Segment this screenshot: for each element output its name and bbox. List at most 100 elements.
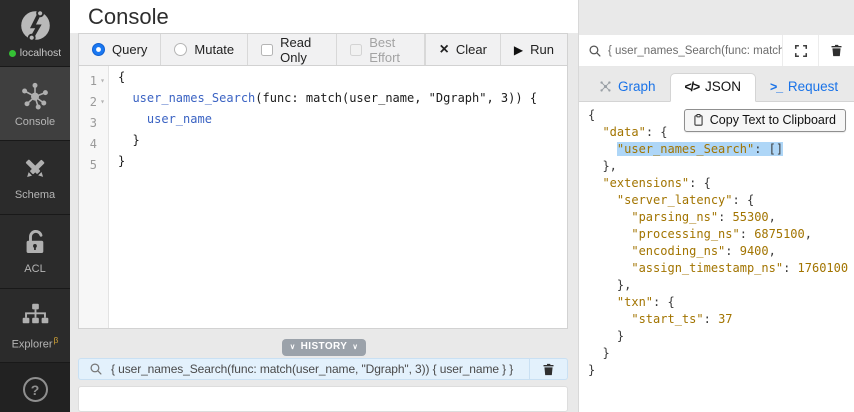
query-toolbar: Query Mutate Read Only Best Effort × [79, 34, 567, 66]
sidebar-item-acl[interactable]: ACL [0, 214, 70, 288]
console-graph-icon [19, 79, 51, 111]
line-number: 3 [90, 116, 97, 130]
gutter-line: 5 [79, 154, 108, 175]
fullscreen-icon [794, 44, 808, 58]
server-status-dot [9, 50, 16, 57]
query-panel: Query Mutate Read Only Best Effort × [78, 33, 568, 329]
history-item[interactable]: { user_names_Search(func: match(user_nam… [78, 358, 568, 380]
sidebar-server[interactable]: localhost [0, 0, 70, 66]
copy-to-clipboard-button[interactable]: Copy Text to Clipboard [684, 109, 846, 132]
fold-arrow-icon[interactable]: ▾ [97, 97, 108, 106]
line-number: 4 [90, 137, 97, 151]
trash-icon [541, 362, 556, 377]
code-line: user_name [118, 112, 567, 133]
schema-tools-icon [20, 154, 50, 184]
ratel-console-app: localhost Console [0, 0, 854, 412]
json-line: "assign_timestamp_ns": 1760100 [588, 261, 854, 278]
read-only-checkbox[interactable]: Read Only [248, 34, 337, 65]
json-line: "server_latency": { [588, 193, 854, 210]
json-line: }, [588, 159, 854, 176]
json-line: } [588, 346, 854, 363]
clear-results-button[interactable] [818, 35, 854, 66]
search-icon [588, 44, 602, 58]
chevron-down-icon: ∨ [290, 342, 296, 351]
json-output: { "data": { "user_names_Search": [] }, "… [588, 108, 854, 380]
json-output-area: Copy Text to Clipboard { "data": { "user… [579, 102, 854, 412]
beta-badge: β [54, 335, 59, 345]
history-query-text: { user_names_Search(func: match(user_nam… [111, 362, 529, 376]
clipboard-icon [692, 113, 705, 127]
terminal-prompt-icon: >_ [770, 80, 782, 94]
checkbox-icon [261, 44, 273, 56]
query-editor[interactable]: 1▾2▾345 { user_names_Search(func: match(… [79, 66, 567, 328]
json-line: }, [588, 278, 854, 295]
sidebar-item-explorer[interactable]: Explorerβ [0, 288, 70, 362]
history-divider: ∨ HISTORY ∨ [70, 336, 578, 352]
mode-mutate-radio[interactable]: Mutate [161, 34, 248, 65]
mode-query-radio[interactable]: Query [79, 34, 161, 65]
fullscreen-button[interactable] [782, 35, 818, 66]
sidebar-item-label: Schema [15, 189, 55, 201]
results-query-summary: { user_names_Search(func: match(... [608, 45, 782, 57]
server-label: localhost [20, 47, 61, 59]
fold-arrow-icon[interactable]: ▾ [97, 76, 108, 85]
run-button[interactable]: ▶ Run [501, 34, 567, 65]
editor-gutter: 1▾2▾345 [79, 66, 109, 328]
best-effort-checkbox: Best Effort [337, 34, 425, 65]
sidebar-help-area: ? [0, 362, 70, 412]
line-number: 1 [90, 74, 97, 88]
json-line: "user_names_Search": [] [588, 142, 854, 159]
json-line: "parsing_ns": 55300, [588, 210, 854, 227]
code-line: } [118, 154, 567, 175]
sidebar-item-schema[interactable]: Schema [0, 140, 70, 214]
json-line: "processing_ns": 6875100, [588, 227, 854, 244]
json-line: "encoding_ns": 9400, [588, 244, 854, 261]
json-line: } [588, 329, 854, 346]
radio-checked-icon [92, 43, 105, 56]
dgraph-logo-icon [17, 7, 54, 44]
sidebar-item-console[interactable]: Console [0, 66, 70, 140]
code-line: } [118, 133, 567, 154]
tab-json[interactable]: </> JSON [670, 73, 757, 102]
gutter-line: 3 [79, 112, 108, 133]
results-tabs: Graph </> JSON >_ Request [579, 72, 854, 102]
code-brackets-icon: </> [685, 80, 699, 94]
results-header: { user_names_Search(func: match(... [579, 35, 854, 67]
acl-lock-icon [21, 229, 50, 258]
json-line: "start_ts": 37 [588, 312, 854, 329]
help-button[interactable]: ? [23, 377, 48, 402]
history-item[interactable] [78, 386, 568, 412]
sidebar: localhost Console [0, 0, 70, 412]
line-number: 2 [90, 95, 97, 109]
gutter-line: 4 [79, 133, 108, 154]
sidebar-item-label: ACL [24, 263, 45, 275]
tab-graph[interactable]: Graph [585, 74, 670, 101]
gutter-line: 2▾ [79, 91, 108, 112]
tab-request[interactable]: >_ Request [756, 74, 852, 101]
explorer-sitemap-icon [21, 301, 50, 330]
query-code[interactable]: { user_names_Search(func: match(user_nam… [109, 66, 567, 328]
radio-unchecked-icon [174, 43, 187, 56]
trash-icon [829, 43, 844, 58]
search-icon [89, 362, 103, 376]
json-line: } [588, 363, 854, 380]
results-top-spacer [579, 0, 854, 35]
page-title: Console [70, 0, 578, 30]
results-panel: { user_names_Search(func: match(... [578, 0, 854, 412]
code-line: { [118, 70, 567, 91]
main-panel: Console Query Mutate Read Only Best [70, 0, 578, 412]
json-line: "txn": { [588, 295, 854, 312]
clear-button[interactable]: × Clear [426, 34, 500, 65]
code-line: user_names_Search(func: match(user_name,… [118, 91, 567, 112]
line-number: 5 [90, 158, 97, 172]
delete-history-button[interactable] [529, 359, 567, 379]
sidebar-item-label: Explorerβ [12, 335, 59, 351]
run-play-icon: ▶ [514, 44, 523, 56]
clear-x-icon: × [439, 42, 448, 58]
history-toggle[interactable]: ∨ HISTORY ∨ [282, 339, 366, 356]
graph-network-icon [599, 80, 612, 93]
page-header: Console [70, 0, 578, 33]
gutter-line: 1▾ [79, 70, 108, 91]
help-icon: ? [31, 382, 40, 398]
checkbox-disabled-icon [350, 44, 362, 56]
